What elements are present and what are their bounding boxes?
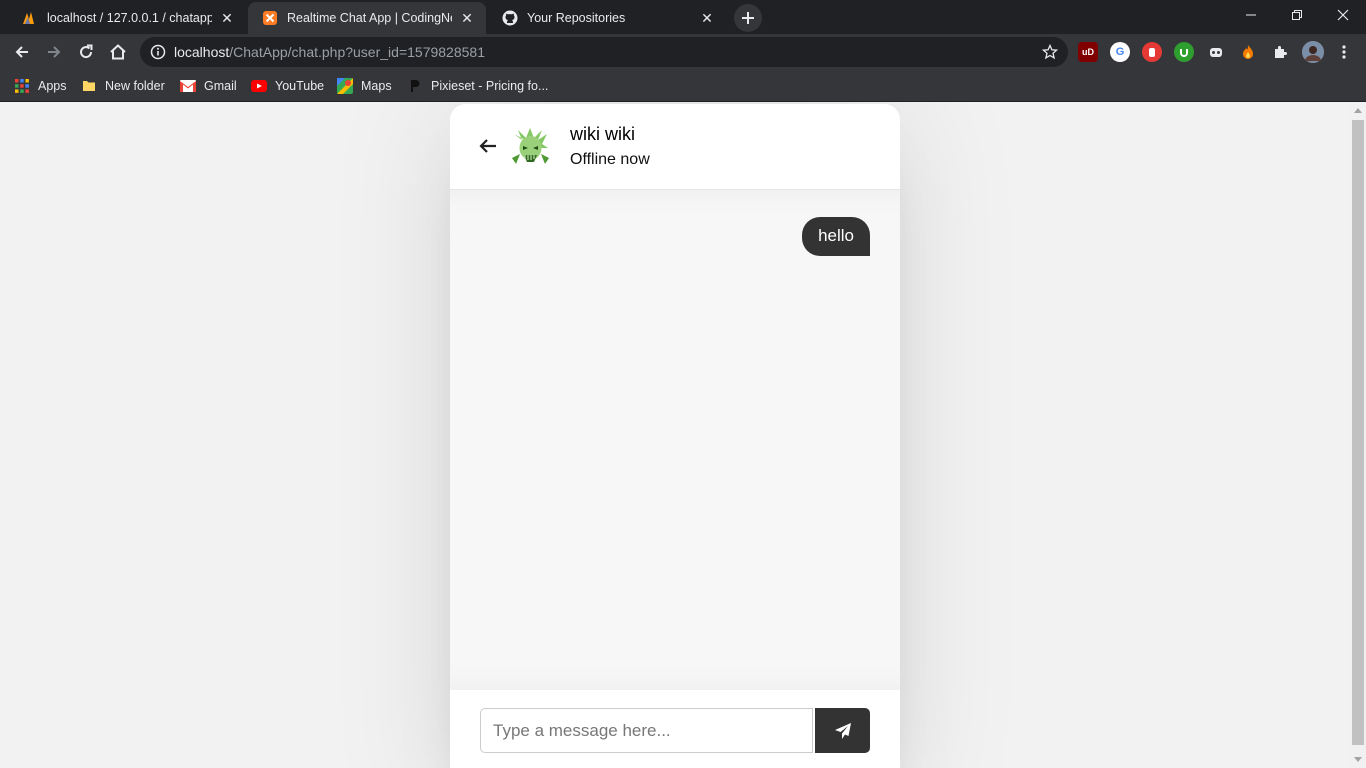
fire-icon[interactable] — [1238, 42, 1258, 62]
info-icon[interactable] — [150, 44, 166, 60]
address-bar[interactable]: localhost/ChatApp/chat.php?user_id=15798… — [140, 37, 1068, 67]
arrow-left-icon — [479, 139, 496, 153]
bookmark-label: Gmail — [204, 79, 237, 93]
bookmark-label: Pixieset - Pricing fo... — [431, 79, 549, 93]
home-icon — [110, 44, 126, 60]
close-icon[interactable]: ✕ — [458, 9, 476, 27]
robot-icon[interactable] — [1206, 42, 1226, 62]
home-button[interactable] — [104, 38, 132, 66]
gmail-icon — [180, 78, 196, 94]
utorrent-icon[interactable] — [1174, 42, 1194, 62]
new-tab-button[interactable] — [734, 4, 762, 32]
browser-toolbar: localhost/ChatApp/chat.php?user_id=15798… — [0, 34, 1366, 70]
back-button[interactable] — [8, 38, 36, 66]
maps-icon — [337, 78, 353, 94]
star-icon[interactable] — [1041, 43, 1059, 65]
bookmark-youtube[interactable]: YouTube — [251, 76, 324, 96]
close-window-button[interactable] — [1320, 0, 1366, 30]
reload-icon — [80, 44, 93, 59]
folder-icon — [81, 78, 97, 94]
bookmark-gmail[interactable]: Gmail — [180, 76, 237, 96]
adblock-hand-icon[interactable] — [1142, 42, 1162, 62]
close-icon[interactable]: ✕ — [698, 9, 716, 27]
avatar — [508, 124, 553, 169]
tab-title: Realtime Chat App | CodingNepal — [287, 11, 452, 25]
minimize-icon — [1246, 14, 1256, 16]
message-input[interactable] — [480, 708, 813, 753]
scroll-up-arrow-icon[interactable] — [1354, 108, 1362, 113]
typing-area — [450, 690, 900, 768]
page-scrollbar[interactable] — [1350, 102, 1366, 768]
tab-title: Your Repositories — [527, 11, 626, 25]
bookmark-new-folder[interactable]: New folder — [81, 76, 165, 96]
send-button[interactable] — [815, 708, 870, 753]
bookmark-maps[interactable]: Maps — [337, 76, 392, 96]
tab-title: localhost / 127.0.0.1 / chatapp / r — [47, 11, 212, 25]
forward-button[interactable] — [40, 38, 68, 66]
chat-user-status: Offline now — [570, 151, 650, 168]
bookmark-label: Maps — [361, 79, 392, 93]
arrow-right-icon — [48, 46, 61, 58]
chat-user-name: wiki wiki — [570, 124, 635, 144]
phpmyadmin-icon — [22, 10, 38, 26]
youtube-icon — [251, 78, 267, 94]
bookmark-label: New folder — [105, 79, 165, 93]
restore-icon — [1292, 10, 1302, 20]
github-icon — [502, 10, 518, 26]
restore-button[interactable] — [1274, 0, 1320, 30]
apps-grid-icon — [14, 78, 30, 94]
chat-wrapper: wiki wiki Offline now hello — [450, 104, 900, 768]
tab-realtime-chat[interactable]: Realtime Chat App | CodingNepal ✕ — [248, 2, 486, 34]
profile-avatar-icon[interactable] — [1302, 41, 1324, 63]
kebab-menu-icon[interactable] — [1334, 42, 1354, 62]
scroll-down-arrow-icon[interactable] — [1354, 757, 1362, 762]
url-path: /ChatApp/chat.php?user_id=1579828581 — [229, 44, 485, 60]
bookmark-apps[interactable]: Apps — [14, 76, 67, 96]
pixieset-icon — [407, 78, 423, 94]
ublock-icon[interactable]: uD — [1078, 42, 1098, 62]
tab-phpmyadmin[interactable]: localhost / 127.0.0.1 / chatapp / r ✕ — [8, 2, 246, 34]
arrow-left-icon — [15, 46, 28, 58]
bookmark-label: YouTube — [275, 79, 325, 93]
outgoing-message: hello — [802, 217, 870, 256]
minimize-button[interactable] — [1228, 0, 1274, 30]
page-viewport: wiki wiki Offline now hello — [0, 102, 1350, 768]
xampp-icon — [262, 10, 278, 26]
scrollbar-thumb[interactable] — [1352, 120, 1364, 745]
tab-github[interactable]: Your Repositories ✕ — [488, 2, 726, 34]
paper-plane-icon — [834, 722, 851, 739]
chat-header: wiki wiki Offline now — [450, 104, 900, 190]
close-icon[interactable]: ✕ — [218, 9, 236, 27]
bookmarks-bar: Apps New folder Gmail YouTube Maps Pixie… — [0, 70, 1366, 102]
chat-box: hello — [450, 190, 900, 690]
message-text: hello — [818, 226, 854, 245]
puzzle-icon[interactable] — [1270, 42, 1290, 62]
bookmark-pixieset[interactable]: Pixieset - Pricing fo... — [407, 76, 548, 96]
bookmark-label: Apps — [38, 79, 67, 93]
tab-strip: localhost / 127.0.0.1 / chatapp / r ✕ Re… — [0, 0, 1366, 34]
google-translate-icon[interactable]: G — [1110, 42, 1130, 62]
back-arrow-button[interactable] — [478, 136, 498, 156]
reload-button[interactable] — [72, 38, 100, 66]
url-text: localhost/ChatApp/chat.php?user_id=15798… — [174, 44, 485, 60]
url-host: localhost — [174, 44, 230, 60]
plus-icon — [742, 12, 754, 24]
close-icon — [1337, 9, 1349, 21]
